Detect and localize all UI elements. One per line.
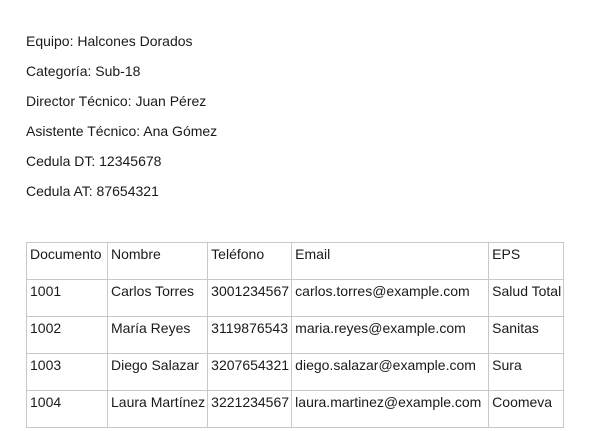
cell-telefono: 3001234567: [207, 279, 293, 317]
team-info: Equipo: Halcones Dorados Categoría: Sub-…: [26, 31, 217, 211]
table-row: 1003 Diego Salazar 3207654321 diego.sala…: [26, 353, 565, 391]
cell-eps: Coomeva: [488, 390, 565, 428]
table-row: 1004 Laura Martínez 3221234567 laura.mar…: [26, 390, 565, 428]
team-name: Equipo: Halcones Dorados: [26, 33, 193, 49]
cell-documento: 1003: [26, 353, 108, 391]
cell-email: carlos.torres@example.com: [291, 279, 490, 317]
cell-documento: 1002: [26, 316, 108, 354]
head-coach: Director Técnico: Juan Pérez: [26, 93, 207, 109]
table-row: 1001 Carlos Torres 3001234567 carlos.tor…: [26, 279, 565, 317]
cell-eps: Sanitas: [488, 316, 565, 354]
header-telefono: Teléfono: [207, 242, 293, 280]
cell-telefono: 3221234567: [207, 390, 293, 428]
cell-documento: 1004: [26, 390, 108, 428]
header-email: Email: [291, 242, 490, 280]
cell-nombre: Laura Martínez: [106, 390, 209, 428]
assistant-coach-id: Cedula AT: 87654321: [26, 183, 159, 199]
table-row: 1002 María Reyes 3119876543 maria.reyes@…: [26, 316, 565, 354]
cell-telefono: 3207654321: [207, 353, 293, 391]
cell-email: diego.salazar@example.com: [291, 353, 490, 391]
table-header-row: Documento Nombre Teléfono Email EPS: [26, 242, 565, 280]
players-table: Documento Nombre Teléfono Email EPS 1001…: [26, 242, 565, 428]
header-nombre: Nombre: [106, 242, 209, 280]
header-eps: EPS: [488, 242, 565, 280]
header-documento: Documento: [26, 242, 108, 280]
cell-eps: Sura: [488, 353, 565, 391]
cell-eps: Salud Total: [488, 279, 565, 317]
team-category: Categoría: Sub-18: [26, 63, 141, 79]
cell-email: laura.martinez@example.com: [291, 390, 490, 428]
cell-nombre: Carlos Torres: [106, 279, 209, 317]
cell-nombre: María Reyes: [106, 316, 209, 354]
cell-email: maria.reyes@example.com: [291, 316, 490, 354]
assistant-coach: Asistente Técnico: Ana Gómez: [26, 123, 218, 139]
head-coach-id: Cedula DT: 12345678: [26, 153, 162, 169]
cell-documento: 1001: [26, 279, 108, 317]
cell-telefono: 3119876543: [207, 316, 293, 354]
cell-nombre: Diego Salazar: [106, 353, 209, 391]
